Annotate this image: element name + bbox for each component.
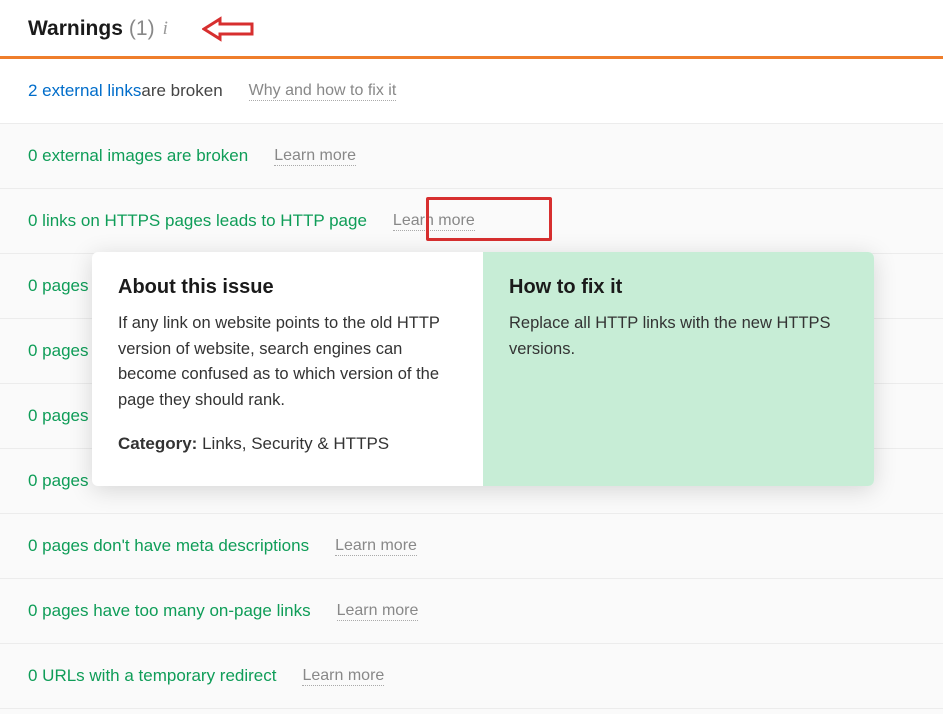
issue-text: 0 pages [28, 471, 89, 491]
learn-more-link[interactable]: Learn more [337, 602, 419, 621]
issue-text: 0 pages [28, 276, 89, 296]
header-count: (1) [129, 17, 155, 41]
learn-more-link[interactable]: Learn more [335, 537, 417, 556]
tooltip-about-body: If any link on website points to the old… [118, 311, 457, 413]
issue-text: are broken [141, 81, 222, 101]
issue-text: 0 pages don't have meta descriptions [28, 536, 309, 556]
issue-text: 0 URLs with a temporary redirect [28, 666, 276, 686]
tooltip-about-title: About this issue [118, 276, 457, 299]
issue-row[interactable]: 0 pages have too many on-page links Lear… [0, 579, 943, 644]
learn-more-link[interactable]: Learn more [274, 147, 356, 166]
issue-count-link[interactable]: 2 external links [28, 81, 141, 101]
issue-text: 0 pages [28, 341, 89, 361]
issue-row[interactable]: 0 links on HTTPS pages leads to HTTP pag… [0, 189, 943, 254]
why-how-link[interactable]: Why and how to fix it [249, 82, 397, 101]
info-icon[interactable]: i [163, 18, 168, 40]
tooltip-fix-panel: How to fix it Replace all HTTP links wit… [483, 252, 874, 486]
issue-row[interactable]: 0 pages don't have meta descriptions Lea… [0, 514, 943, 579]
warnings-header: Warnings (1) i [0, 0, 943, 59]
tooltip-fix-title: How to fix it [509, 276, 848, 299]
arrow-left-icon [202, 16, 256, 42]
issue-tooltip: About this issue If any link on website … [92, 252, 874, 486]
learn-more-link[interactable]: Learn more [393, 212, 475, 231]
issue-text: 0 external images are broken [28, 146, 248, 166]
tooltip-category: Category: Links, Security & HTTPS [118, 431, 457, 457]
issue-text: 0 links on HTTPS pages leads to HTTP pag… [28, 211, 367, 231]
issue-row[interactable]: 0 URLs with a temporary redirect Learn m… [0, 644, 943, 709]
tooltip-fix-body: Replace all HTTP links with the new HTTP… [509, 311, 848, 362]
issue-text: 0 pages [28, 406, 89, 426]
issue-text: 0 pages have too many on-page links [28, 601, 311, 621]
tooltip-category-value: Links, Security & HTTPS [197, 434, 389, 453]
header-title: Warnings [28, 17, 123, 41]
tooltip-about-panel: About this issue If any link on website … [92, 252, 483, 486]
learn-more-link[interactable]: Learn more [302, 667, 384, 686]
issue-row[interactable]: 2 external links are broken Why and how … [0, 59, 943, 124]
tooltip-category-label: Category: [118, 434, 197, 453]
issue-row[interactable]: 0 external images are broken Learn more [0, 124, 943, 189]
